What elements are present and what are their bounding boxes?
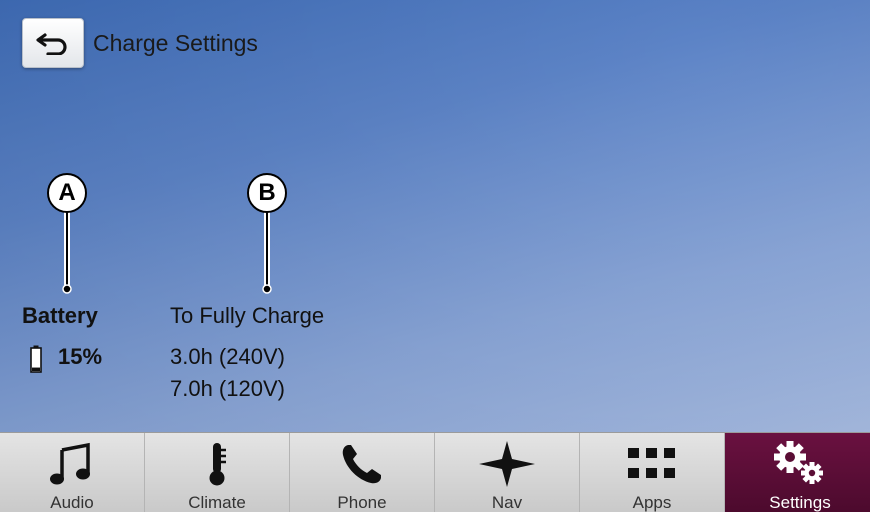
page-title: Charge Settings xyxy=(93,30,258,56)
callout-a-leader xyxy=(62,212,72,294)
dock-label-apps: Apps xyxy=(632,493,672,512)
dock-nav[interactable]: Nav xyxy=(435,433,580,512)
callout-b: B xyxy=(247,173,287,213)
back-button[interactable] xyxy=(22,18,84,68)
dock-audio[interactable]: Audio xyxy=(0,433,145,512)
charge-time-240v: 3.0h (240V) xyxy=(170,344,285,369)
dock-settings[interactable]: Settings xyxy=(725,433,870,512)
charge-time-120v: 7.0h (120V) xyxy=(170,376,285,401)
dock-label-audio: Audio xyxy=(50,493,94,512)
bottom-dock: Audio Climate Phone Nav Apps Settings xyxy=(0,432,870,512)
dock-phone[interactable]: Phone xyxy=(290,433,435,512)
dock-label-nav: Nav xyxy=(491,493,523,512)
charge-heading: To Fully Charge xyxy=(170,303,325,328)
gears-icon xyxy=(774,441,823,484)
dock-apps[interactable]: Apps xyxy=(580,433,725,512)
phone-icon xyxy=(342,445,381,484)
battery-heading: Battery xyxy=(22,303,98,328)
apps-grid-icon xyxy=(628,448,675,478)
dock-label-climate: Climate xyxy=(188,493,246,512)
dock-label-phone: Phone xyxy=(337,493,387,512)
music-note-icon xyxy=(50,442,90,485)
callout-b-leader xyxy=(262,212,272,294)
back-arrow-icon xyxy=(36,33,67,55)
compass-star-icon xyxy=(479,441,535,487)
dock-climate[interactable]: Climate xyxy=(145,433,290,512)
charge-settings-screen: Charge Settings A B Battery 15% To Fully… xyxy=(0,0,870,512)
thermometer-icon xyxy=(209,443,226,486)
battery-icon xyxy=(30,345,42,373)
battery-level: 15% xyxy=(58,344,103,369)
callout-a: A xyxy=(47,173,87,213)
dock-label-settings: Settings xyxy=(769,493,831,512)
